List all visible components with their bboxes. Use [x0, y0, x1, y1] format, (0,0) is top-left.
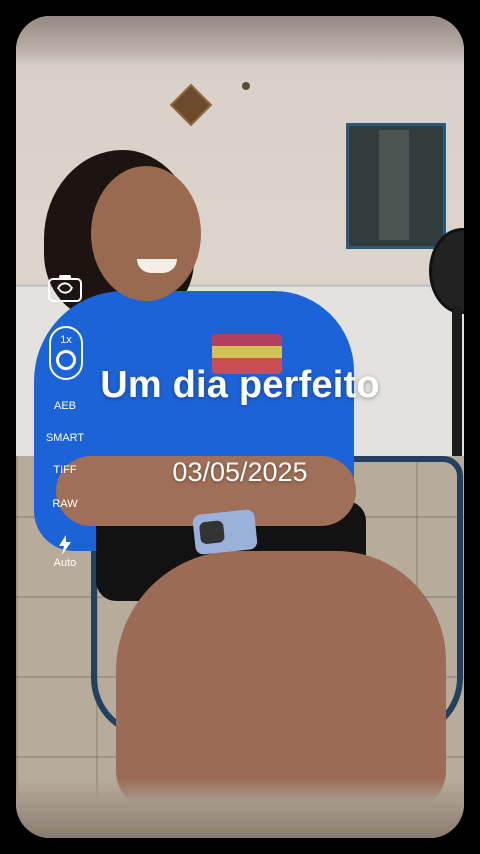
camera-switch-icon — [48, 275, 82, 302]
wall-decoration — [169, 83, 213, 127]
camera-viewfinder[interactable] — [16, 16, 464, 838]
person-face — [91, 166, 201, 301]
camera-switch-button[interactable] — [47, 272, 83, 304]
person-legs — [116, 551, 446, 811]
held-phone — [192, 508, 258, 556]
overlay-date: 03/05/2025 — [172, 457, 308, 487]
overlay-title: Um dia perfeito — [100, 364, 380, 406]
wall-hook — [242, 82, 250, 90]
mode-raw-button[interactable]: RAW — [35, 498, 95, 510]
phone-camera-module — [198, 520, 226, 545]
blurred-bottom-region — [16, 778, 464, 838]
blurred-top-region — [16, 16, 464, 66]
fan-stand — [452, 306, 462, 456]
barred-window — [346, 123, 446, 249]
mode-smart-button[interactable]: SMART — [35, 432, 95, 444]
flash-icon[interactable] — [58, 535, 72, 555]
mode-tiff-button[interactable]: TIFF — [35, 464, 95, 476]
flash-mode-label[interactable]: Auto — [40, 557, 90, 569]
zoom-level-label: 1x — [60, 334, 72, 346]
